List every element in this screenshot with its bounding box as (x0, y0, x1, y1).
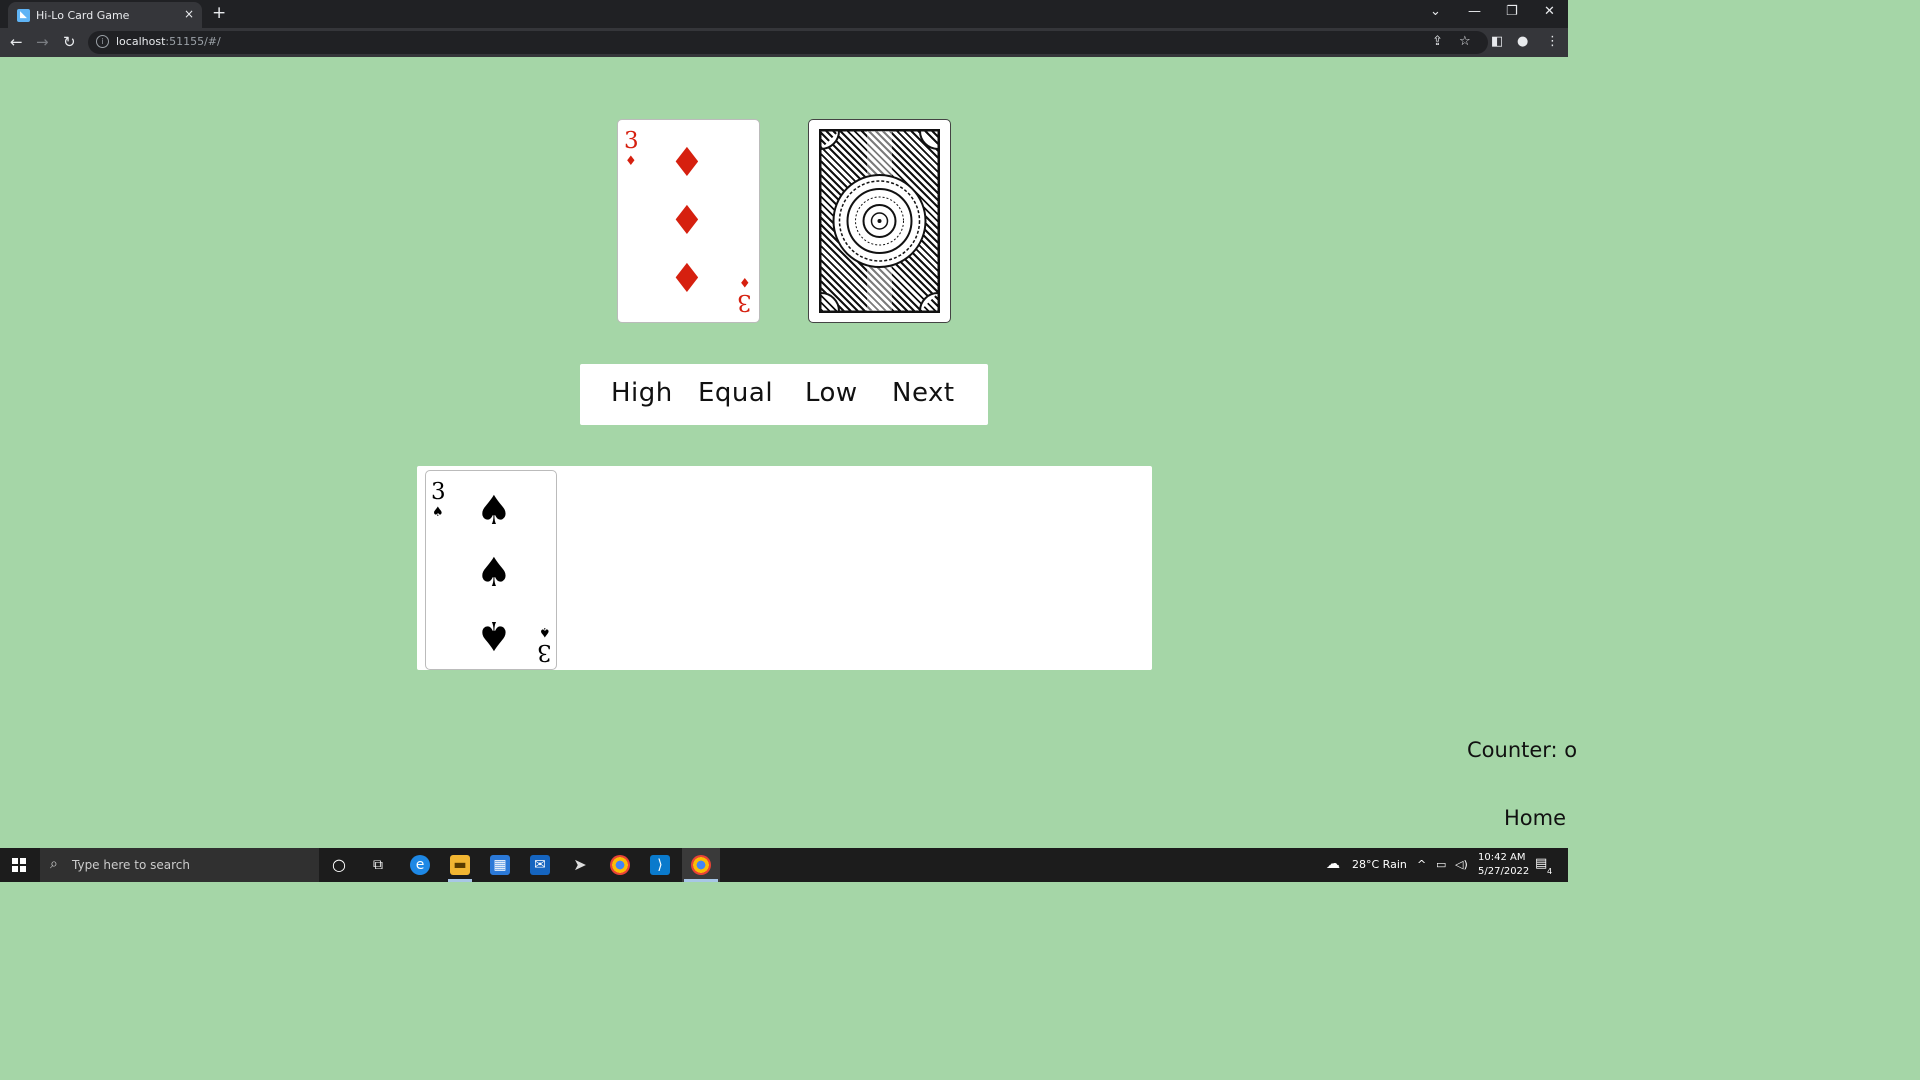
search-placeholder: Type here to search (72, 858, 190, 872)
restore-icon[interactable]: ❐ (1506, 4, 1518, 19)
weather-text[interactable]: 28°C Rain (1352, 858, 1407, 871)
bookmark-star-icon[interactable]: ☆ (1459, 34, 1471, 49)
edge-icon[interactable]: e (410, 855, 430, 875)
cortana-icon[interactable]: ○ (329, 855, 349, 875)
card-rank: 3 (431, 479, 446, 505)
tab-search-icon[interactable]: ⌄ (1430, 4, 1441, 19)
browser-tab-bar: ◣ Hi-Lo Card Game × + ⌄ — ❐ ✕ (0, 0, 1568, 28)
back-icon[interactable]: ← (10, 33, 23, 51)
url-text: localhost:51155/#/ (116, 35, 221, 48)
low-button[interactable]: Low (805, 378, 858, 408)
clock-time: 10:42 AM (1478, 852, 1526, 863)
diamond-icon: ♦ (669, 140, 705, 186)
spade-icon: ♠ (432, 505, 444, 520)
profile-icon[interactable]: ● (1517, 34, 1528, 49)
notification-icon[interactable]: ▤ (1535, 856, 1547, 871)
menu-kebab-icon[interactable]: ⋮ (1546, 34, 1559, 49)
tab-title: Hi-Lo Card Game (36, 9, 130, 22)
terminal-icon[interactable]: ➤ (570, 855, 590, 875)
card-rank: 3 (737, 289, 752, 315)
volume-icon[interactable]: ◁) (1455, 858, 1468, 871)
mandala-icon (821, 131, 938, 311)
guess-controls: High Equal Low Next (580, 364, 988, 425)
notification-count: 4 (1547, 867, 1553, 876)
taskbar-search-box[interactable]: ⌕ Type here to search (40, 848, 319, 882)
windows-taskbar: ⌕ Type here to search ○ ⧉ e ▬ ▦ ✉ ➤ ⟩ ☁ … (0, 848, 1568, 882)
hand-area: 3 ♠ ♠ ♠ ♠ ♠ 3 (417, 466, 1152, 670)
hand-card[interactable]: 3 ♠ ♠ ♠ ♠ ♠ 3 (425, 470, 557, 670)
active-indicator (448, 879, 472, 882)
store-icon[interactable]: ▦ (490, 855, 510, 875)
browser-toolbar: ← → ↻ i localhost:51155/#/ ⇪ ☆ ◧ ● ⋮ (0, 28, 1568, 57)
task-view-icon[interactable]: ⧉ (368, 855, 388, 875)
flutter-icon: ◣ (17, 9, 30, 22)
high-button[interactable]: High (611, 378, 673, 408)
tab-close-button[interactable]: × (184, 7, 194, 21)
chrome-icon[interactable] (691, 855, 711, 875)
search-icon: ⌕ (50, 856, 58, 872)
file-explorer-icon[interactable]: ▬ (450, 855, 470, 875)
forward-icon[interactable]: → (36, 33, 49, 51)
diamond-icon: ♦ (669, 198, 705, 244)
browser-tab[interactable]: ◣ Hi-Lo Card Game × (8, 2, 202, 28)
weather-rain-icon[interactable]: ☁ (1326, 856, 1340, 872)
minimize-icon[interactable]: — (1468, 4, 1481, 19)
deck-card-back[interactable] (808, 119, 951, 323)
spade-icon: ♠ (476, 612, 512, 658)
chevron-up-icon[interactable]: ^ (1417, 858, 1426, 871)
new-tab-button[interactable]: + (212, 3, 226, 23)
address-bar[interactable]: i localhost:51155/#/ (88, 31, 1488, 54)
next-button[interactable]: Next (892, 378, 955, 408)
reload-icon[interactable]: ↻ (63, 33, 76, 51)
mail-icon[interactable]: ✉ (530, 855, 550, 875)
spade-icon: ♠ (476, 488, 512, 534)
share-icon[interactable]: ⇪ (1432, 34, 1443, 49)
spade-icon: ♠ (539, 624, 551, 639)
network-icon[interactable]: ▭ (1436, 858, 1446, 871)
diamond-icon: ♦ (739, 274, 751, 289)
counter-label: Counter: o (1467, 738, 1578, 762)
windows-start-icon[interactable] (12, 858, 26, 872)
card-rank: 3 (624, 128, 639, 154)
current-card: 3 ♦ ♦ ♦ ♦ ♦ 3 (617, 119, 760, 323)
clock-date: 5/27/2022 (1478, 866, 1530, 877)
spade-icon: ♠ (476, 550, 512, 596)
card-rank: 3 (537, 639, 552, 665)
side-panel-icon[interactable]: ◧ (1491, 34, 1503, 49)
diamond-icon: ♦ (669, 256, 705, 302)
chrome-icon[interactable] (610, 855, 630, 875)
equal-button[interactable]: Equal (698, 378, 773, 408)
taskbar-clock[interactable]: 10:42 AM 5/27/2022 (1478, 851, 1529, 879)
site-info-icon[interactable]: i (96, 35, 109, 48)
close-window-icon[interactable]: ✕ (1544, 4, 1555, 19)
active-indicator (684, 879, 718, 882)
vscode-icon[interactable]: ⟩ (650, 855, 670, 875)
diamond-icon: ♦ (625, 154, 637, 169)
home-link[interactable]: Home (1504, 806, 1566, 830)
card-back-pattern (819, 129, 940, 313)
